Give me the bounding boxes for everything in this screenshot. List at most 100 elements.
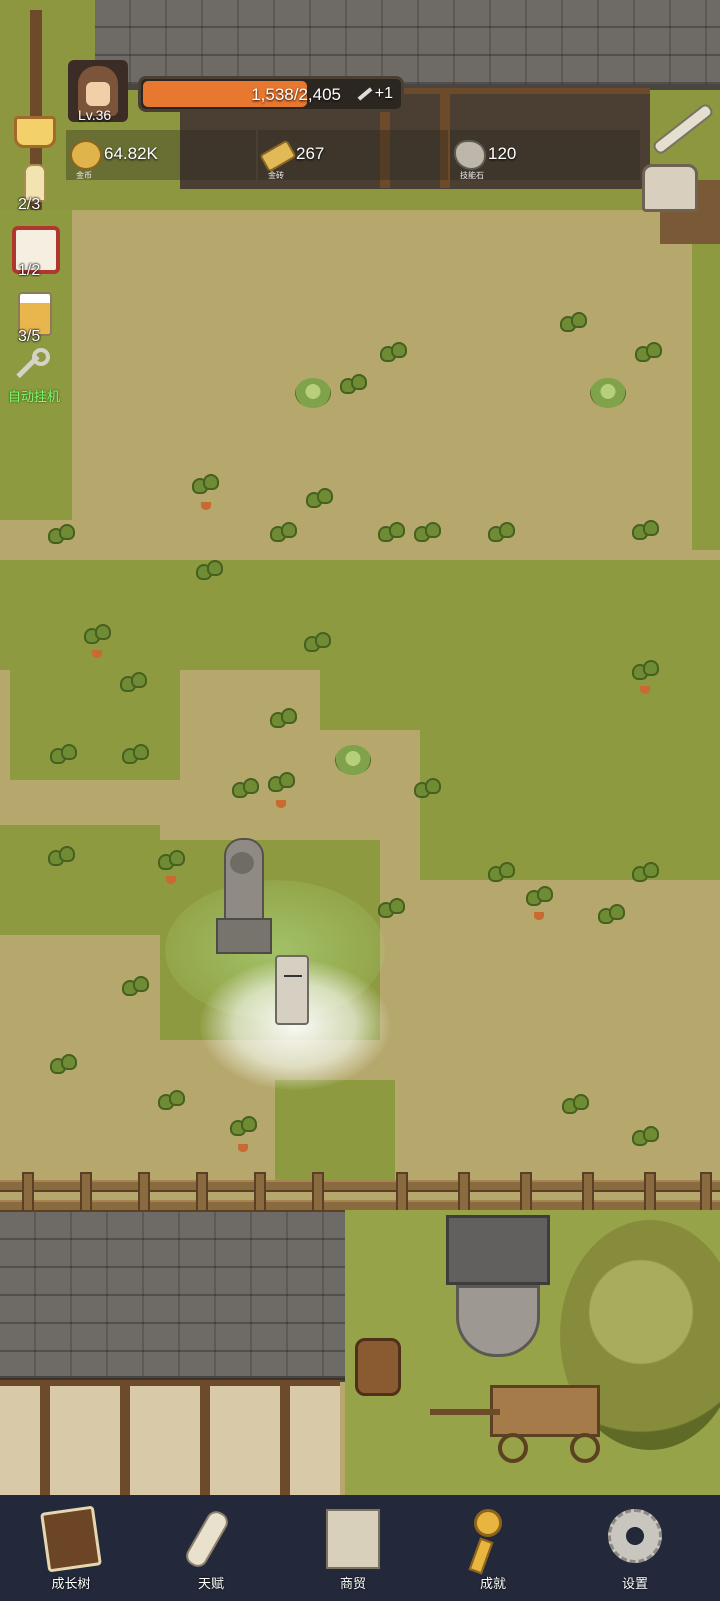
gear-icon bbox=[608, 1509, 662, 1563]
crop bbox=[632, 520, 659, 542]
fence-post bbox=[80, 1172, 92, 1212]
fence-post bbox=[196, 1172, 208, 1212]
crop bbox=[84, 624, 111, 646]
crop bbox=[632, 862, 659, 884]
auto-idle-button[interactable]: 自动挂机 bbox=[6, 346, 70, 404]
cabbage bbox=[590, 378, 626, 408]
grass-patch bbox=[0, 560, 720, 670]
dice-button[interactable]: 1/2 bbox=[10, 224, 62, 279]
resource-skill-stone[interactable]: 120 技能石 bbox=[450, 130, 640, 180]
candle-button[interactable]: 2/3 bbox=[10, 158, 62, 213]
crop bbox=[304, 632, 331, 654]
gold-label: 金币 bbox=[76, 171, 92, 180]
xp-bonus-text: +1 bbox=[374, 85, 393, 102]
cart bbox=[430, 1385, 610, 1465]
crop bbox=[378, 522, 405, 544]
auto-idle-label: 自动挂机 bbox=[8, 389, 61, 404]
resource-gold[interactable]: 64.82K 金币 bbox=[66, 130, 256, 180]
key-shaft bbox=[468, 1537, 494, 1575]
crown-icon bbox=[14, 116, 56, 148]
bottom-nav: 成长树 天赋 商贸 成就 设置 bbox=[0, 1495, 720, 1601]
water-well[interactable] bbox=[446, 1215, 550, 1360]
nav-trade[interactable]: 商贸 bbox=[308, 1509, 398, 1599]
game-scene[interactable] bbox=[0, 0, 720, 1495]
player-character[interactable] bbox=[275, 955, 309, 1025]
nav-achievement[interactable]: 成就 bbox=[448, 1509, 538, 1599]
nav-label: 天赋 bbox=[197, 1576, 224, 1591]
beam bbox=[280, 1386, 290, 1495]
carrot bbox=[166, 876, 176, 884]
resource-gold-brick[interactable]: 267 金砖 bbox=[258, 130, 448, 180]
fence-post bbox=[644, 1172, 656, 1212]
crop bbox=[488, 862, 515, 884]
crop bbox=[50, 1054, 77, 1076]
crop bbox=[158, 850, 185, 872]
cabbage bbox=[335, 745, 371, 775]
beam bbox=[40, 1386, 50, 1495]
xp-bar: 1,538/2,405 +1 bbox=[138, 76, 404, 112]
fence-post bbox=[700, 1172, 712, 1212]
grass-patch bbox=[692, 240, 720, 550]
bottom-house-roof bbox=[0, 1212, 345, 1382]
skill-stone-label: 技能石 bbox=[460, 171, 484, 180]
nav-growth-tree[interactable]: 成长树 bbox=[26, 1505, 116, 1599]
fence-post bbox=[520, 1172, 532, 1212]
fence-post bbox=[312, 1172, 324, 1212]
crop bbox=[122, 976, 149, 998]
key-icon bbox=[474, 1509, 502, 1537]
carrot bbox=[276, 800, 286, 808]
crown-button[interactable] bbox=[10, 108, 62, 158]
fence-rail bbox=[0, 1180, 720, 1192]
crop bbox=[340, 374, 367, 396]
grass-patch bbox=[420, 720, 720, 880]
crop bbox=[378, 898, 405, 920]
crop bbox=[560, 312, 587, 334]
barrel bbox=[355, 1338, 401, 1396]
gold-brick-label: 金砖 bbox=[268, 171, 284, 180]
treasure-chest-button[interactable] bbox=[642, 164, 700, 214]
bone-sword-button[interactable] bbox=[648, 100, 715, 157]
crop bbox=[635, 342, 662, 364]
player-level: Lv.36 bbox=[78, 107, 112, 123]
bone-icon bbox=[357, 87, 373, 101]
beer-button[interactable]: 3/5 bbox=[10, 290, 62, 345]
fence-post bbox=[582, 1172, 594, 1212]
crop bbox=[380, 342, 407, 364]
book-icon bbox=[40, 1505, 102, 1573]
grass-patch bbox=[0, 825, 160, 935]
crop bbox=[598, 904, 625, 926]
crop bbox=[306, 488, 333, 510]
bone-sword-icon bbox=[651, 101, 715, 157]
carrot bbox=[534, 912, 544, 920]
fence-post bbox=[138, 1172, 150, 1212]
praying-statue[interactable] bbox=[216, 838, 272, 954]
beam bbox=[120, 1386, 130, 1495]
carrot bbox=[92, 650, 102, 658]
nav-label: 设置 bbox=[621, 1576, 648, 1591]
fence-post bbox=[396, 1172, 408, 1212]
crop bbox=[192, 474, 219, 496]
crop bbox=[196, 560, 223, 582]
crop bbox=[632, 660, 659, 682]
map-icon bbox=[326, 1509, 380, 1569]
gold-brick-icon bbox=[259, 139, 297, 173]
grass-patch bbox=[10, 660, 180, 780]
crop bbox=[526, 886, 553, 908]
beer-count: 3/5 bbox=[18, 328, 41, 345]
xp-text: 1,538/2,405 bbox=[251, 85, 341, 104]
crop bbox=[122, 744, 149, 766]
gold-coin-icon bbox=[70, 140, 102, 170]
crop bbox=[488, 522, 515, 544]
skill-stone-icon bbox=[454, 140, 486, 170]
nav-settings[interactable]: 设置 bbox=[590, 1509, 680, 1599]
scroll-icon bbox=[182, 1507, 232, 1571]
nav-label: 成长树 bbox=[51, 1576, 91, 1591]
nav-label: 成就 bbox=[479, 1576, 506, 1591]
fence-post bbox=[458, 1172, 470, 1212]
fence-post bbox=[254, 1172, 266, 1212]
crop bbox=[414, 778, 441, 800]
nav-talent[interactable]: 天赋 bbox=[166, 1507, 256, 1599]
carrot bbox=[640, 686, 650, 694]
carrot bbox=[238, 1144, 248, 1152]
crop bbox=[158, 1090, 185, 1112]
